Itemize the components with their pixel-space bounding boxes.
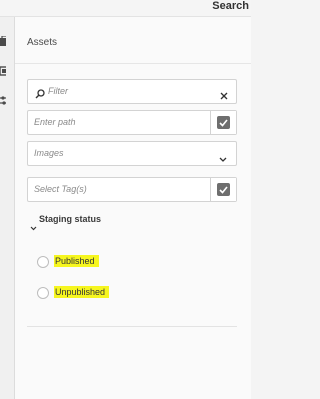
radio-button[interactable] [37,287,49,299]
checkbox-icon [217,183,230,196]
radio-button[interactable] [37,256,49,268]
tags-input[interactable]: Select Tag(s) [34,184,87,194]
panel-title: Assets [27,37,58,48]
layers-icon[interactable] [0,66,6,76]
asset-type-select[interactable]: Images [27,141,237,166]
path-browse-button[interactable] [210,111,236,134]
staging-status-heading[interactable]: Staging status [39,214,101,224]
chevron-down-icon [219,150,227,168]
panel-header: Assets [15,17,251,64]
filter-field[interactable]: Filter [27,79,237,104]
briefcase-icon[interactable] [0,36,6,46]
chevron-down-icon[interactable] [30,218,37,236]
asset-type-value: Images [34,148,64,158]
divider [27,326,237,327]
left-rail [0,17,15,399]
checkbox-icon [217,116,230,129]
radio-label: Unpublished [54,286,110,298]
search-icon [35,86,45,104]
search-title: Search [212,0,249,12]
top-bar: Search [0,0,251,17]
close-icon[interactable] [220,87,228,105]
filter-input[interactable]: Filter [48,86,68,96]
path-field[interactable]: Enter path [27,110,237,135]
path-input[interactable]: Enter path [34,117,76,127]
sliders-icon[interactable] [0,96,6,106]
tags-browse-button[interactable] [210,178,236,201]
radio-label: Published [54,255,99,267]
search-panel: Assets Filter Enter path Images Select T… [15,17,251,399]
tags-field[interactable]: Select Tag(s) [27,177,237,202]
